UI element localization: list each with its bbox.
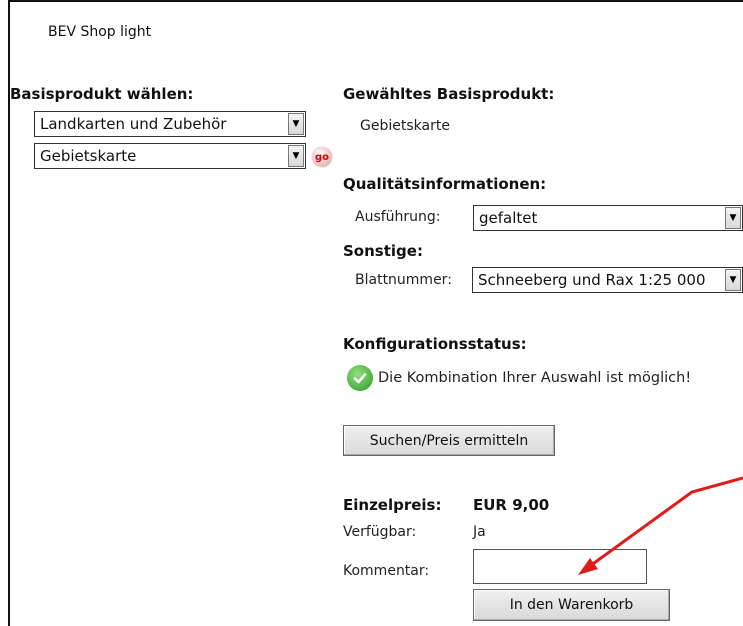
- annotation-arrow-icon: [578, 476, 743, 575]
